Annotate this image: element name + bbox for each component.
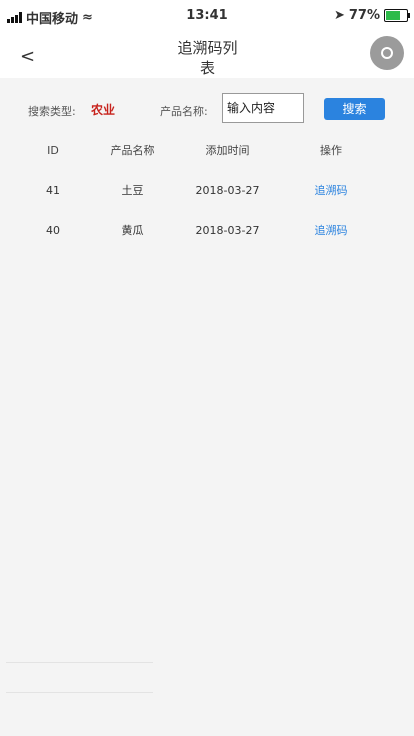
status-right: ➤ 77% xyxy=(333,8,410,23)
trace-code-table: ID 产品名称 添加时间 操作 41 土豆 2018-03-27 追溯码 40 … xyxy=(0,140,414,260)
search-type-label: 搜索类型: xyxy=(28,105,76,118)
miniapp-capsule-icon[interactable] xyxy=(370,36,404,70)
trace-code-link[interactable]: 追溯码 xyxy=(300,220,362,242)
row-product-name: 土豆 xyxy=(121,184,144,197)
status-bar: 中国移动 ≈ 13:41 ➤ 77% xyxy=(0,0,414,30)
search-button[interactable]: 搜索 xyxy=(324,98,385,120)
page-title-line1: 追溯码列 xyxy=(177,39,238,57)
product-name-label: 产品名称: xyxy=(160,105,208,118)
divider xyxy=(6,662,153,663)
row-product-name: 黄瓜 xyxy=(121,224,144,237)
table-header-row: ID 产品名称 添加时间 操作 xyxy=(0,140,414,180)
header-product-name: 产品名称 xyxy=(110,144,155,157)
row-id: 41 xyxy=(46,184,60,197)
search-filter-bar: 搜索类型: 农业 产品名称: 搜索 xyxy=(0,78,414,138)
table-row: 41 土豆 2018-03-27 追溯码 xyxy=(0,180,414,220)
row-date: 2018-03-27 xyxy=(195,184,260,197)
row-id: 40 xyxy=(46,224,60,237)
row-date: 2018-03-27 xyxy=(195,224,260,237)
battery-icon xyxy=(384,9,410,22)
battery-percent: 77% xyxy=(348,8,380,23)
navigation-bar: < 追溯码列 表 xyxy=(0,30,414,78)
location-arrow-icon: ➤ xyxy=(333,8,345,23)
back-button[interactable]: < xyxy=(20,46,35,67)
header-id: ID xyxy=(47,144,59,157)
trace-code-link[interactable]: 追溯码 xyxy=(300,180,362,202)
table-row: 40 黄瓜 2018-03-27 追溯码 xyxy=(0,220,414,260)
divider xyxy=(6,692,153,693)
header-action: 操作 xyxy=(320,144,342,157)
page-title: 追溯码列 表 xyxy=(150,38,265,78)
header-added-time: 添加时间 xyxy=(205,144,250,157)
product-name-input[interactable] xyxy=(222,93,304,123)
page-title-line2: 表 xyxy=(199,59,215,77)
search-type-value[interactable]: 农业 xyxy=(91,101,115,118)
